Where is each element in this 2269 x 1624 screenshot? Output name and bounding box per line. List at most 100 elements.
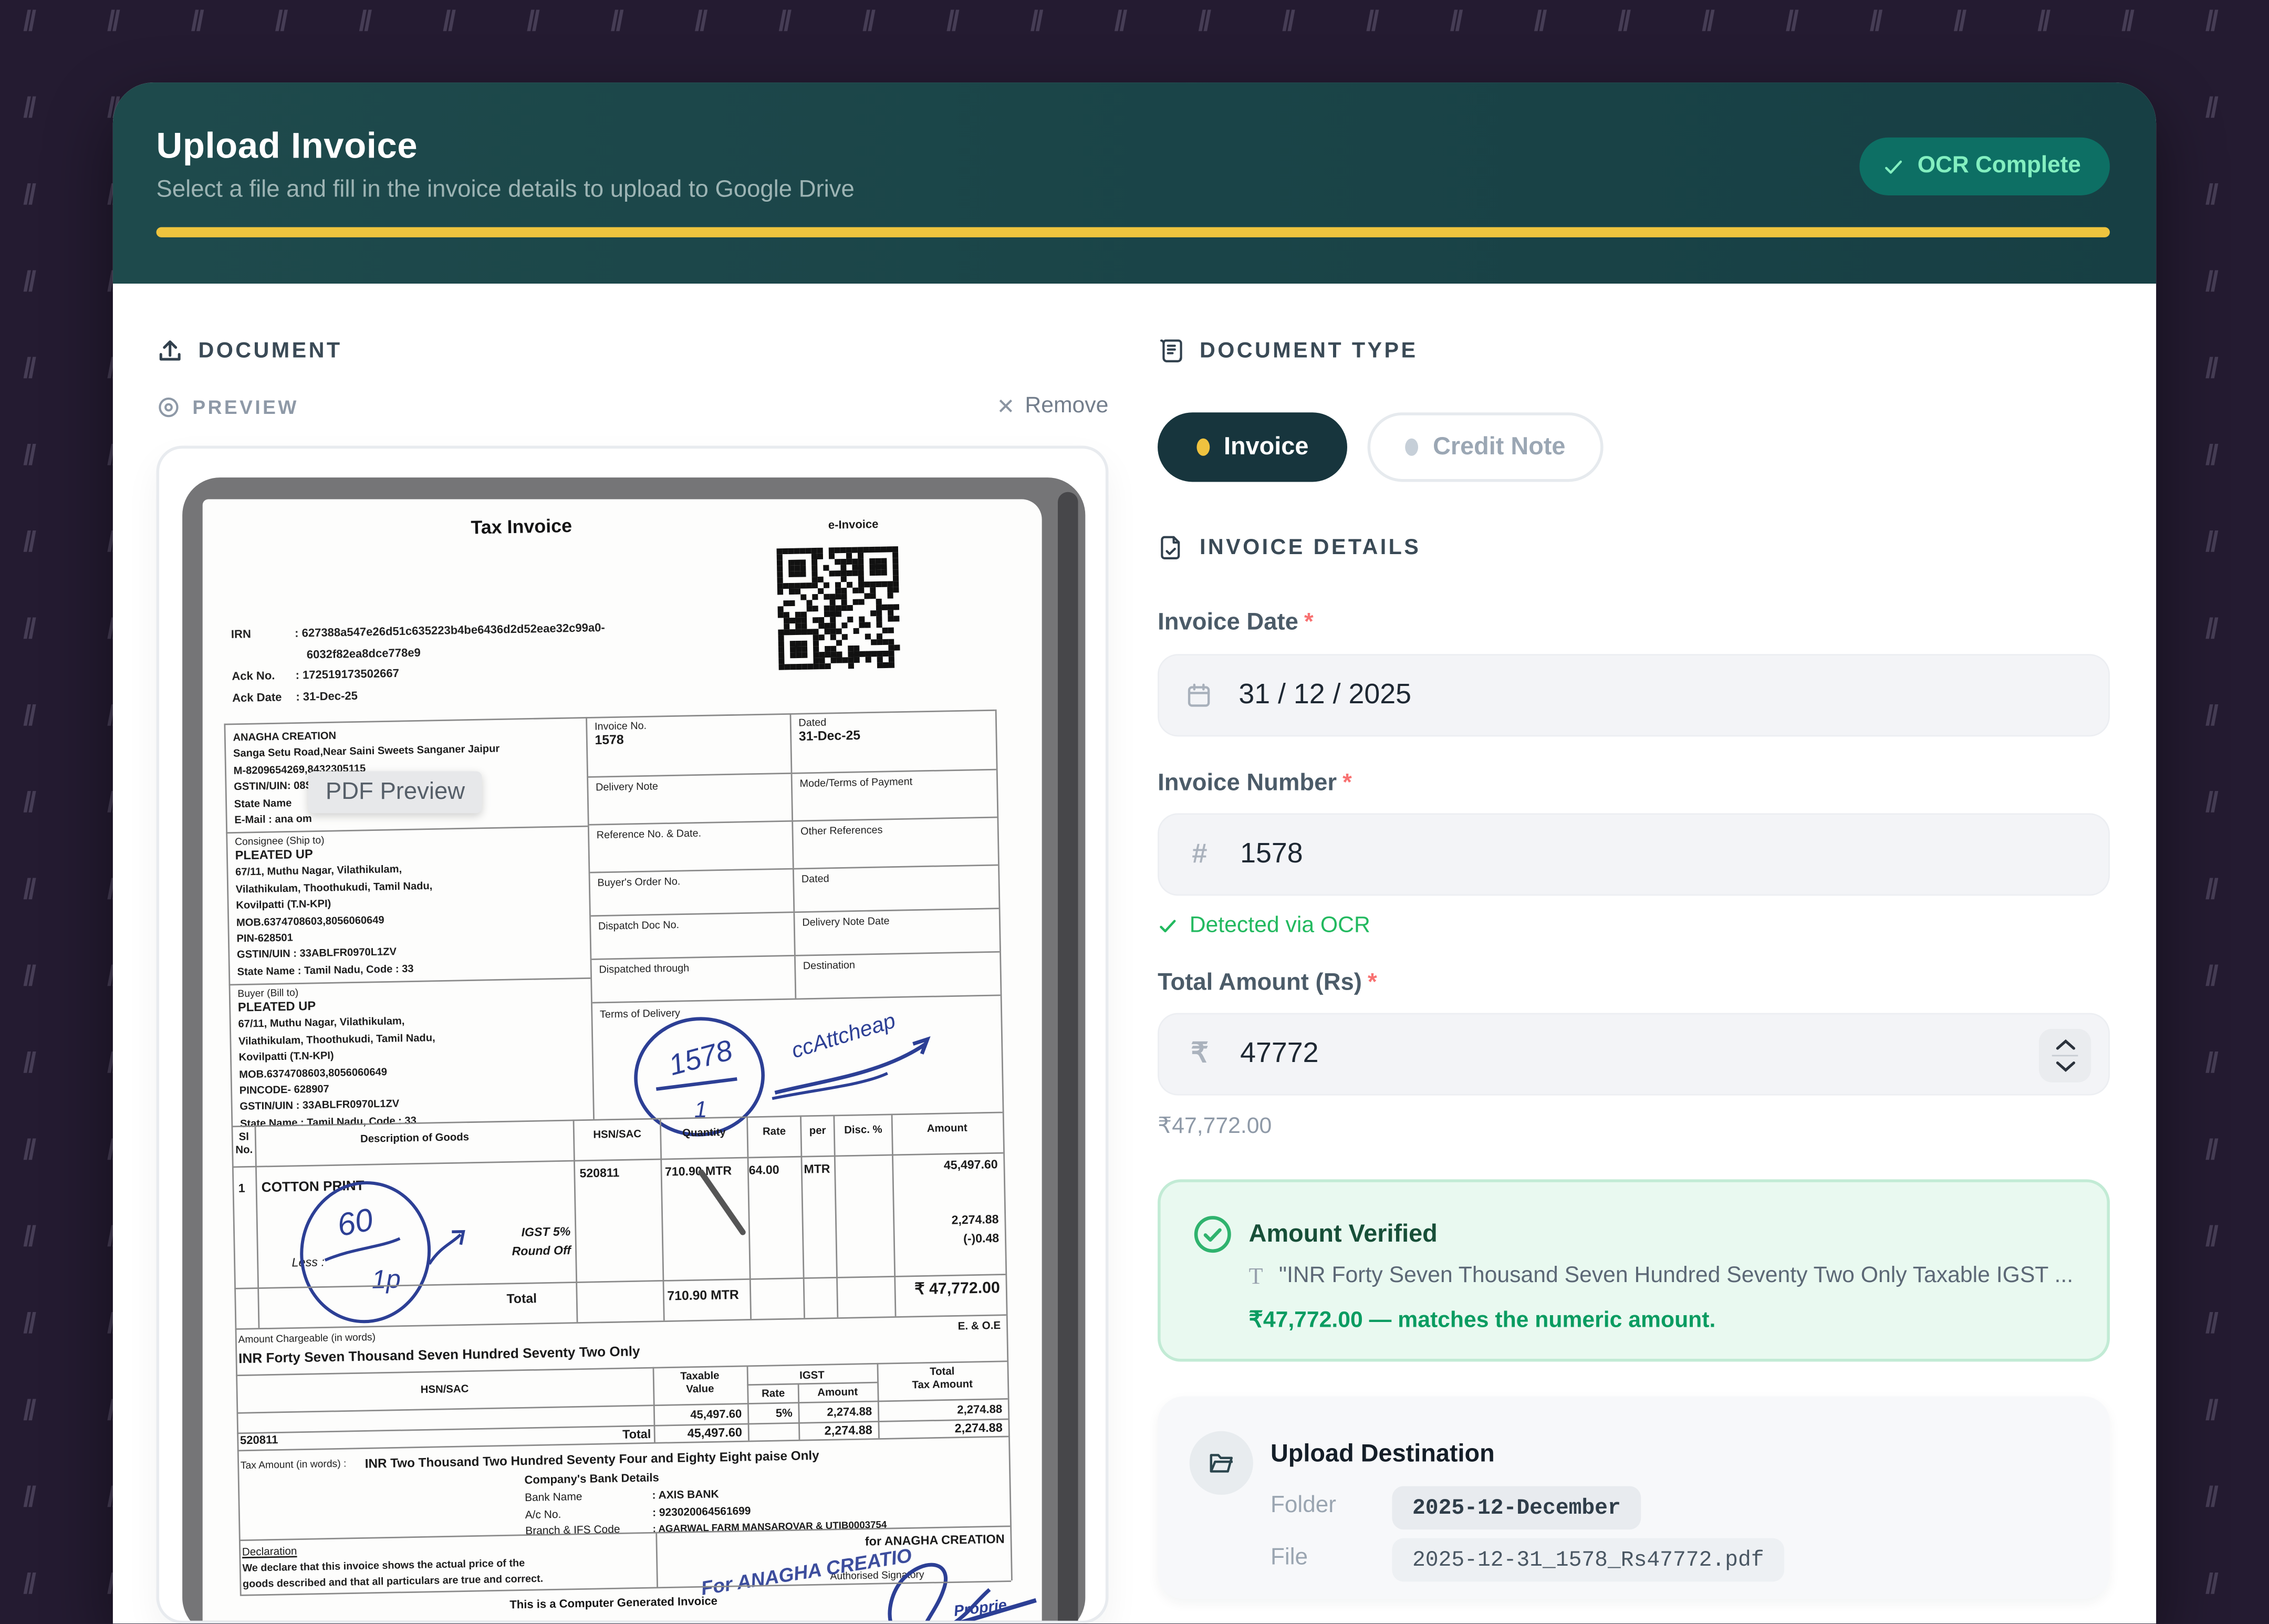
folder-icon-circle bbox=[1190, 1431, 1253, 1495]
preview-toolbar: PREVIEW ✕ Remove bbox=[157, 393, 1109, 420]
verified-match-line: ₹47,772.00 — matches the numeric amount. bbox=[1249, 1307, 1716, 1334]
remove-button[interactable]: ✕ Remove bbox=[996, 393, 1108, 420]
text-icon: T bbox=[1249, 1263, 1263, 1290]
invoice-number-label: Invoice Number* bbox=[1158, 770, 1352, 797]
calendar-icon bbox=[1185, 682, 1212, 709]
remove-label: Remove bbox=[1025, 393, 1108, 420]
irn-value-1: 627388a547e26d51c635223b4be6436d2d52eae3… bbox=[301, 621, 605, 640]
folder-label: Folder bbox=[1271, 1493, 1336, 1519]
file-label: File bbox=[1271, 1545, 1308, 1571]
invoice-date-value: 31 / 12 / 2025 bbox=[1238, 679, 1411, 712]
check-icon bbox=[1883, 155, 1904, 177]
invoice-meta-row: Dispatched throughDestination bbox=[591, 953, 1000, 1004]
invoice-option-label: Invoice bbox=[1224, 433, 1308, 462]
svg-text:60: 60 bbox=[334, 1201, 376, 1243]
tax-amount-in-words: INR Two Thousand Two Hundred Seventy Fou… bbox=[365, 1448, 819, 1471]
invoice-meta-row: Invoice No.1578Dated31-Dec-25 bbox=[587, 710, 996, 778]
total-amount-value: 47772 bbox=[1240, 1037, 1318, 1070]
upload-icon bbox=[157, 337, 184, 365]
scan-frame-edge bbox=[1058, 492, 1078, 1623]
ocr-badge-label: OCR Complete bbox=[1918, 153, 2081, 180]
check-circle-icon bbox=[1192, 1214, 1233, 1255]
dialog-header: Upload Invoice Select a file and fill in… bbox=[113, 82, 2156, 284]
close-icon: ✕ bbox=[996, 393, 1015, 420]
document-type-header: DOCUMENT TYPE bbox=[1158, 337, 1418, 365]
svg-text:1578: 1578 bbox=[665, 1033, 736, 1081]
irn-block: IRN: 627388a547e26d51c635223b4be6436d2d5… bbox=[231, 618, 607, 709]
progress-bar bbox=[157, 227, 2110, 237]
verified-title: Amount Verified bbox=[1249, 1220, 1438, 1249]
qr-code bbox=[777, 546, 901, 670]
type-option-invoice[interactable]: Invoice bbox=[1158, 412, 1347, 482]
amount-stepper[interactable] bbox=[2039, 1029, 2091, 1082]
document-section-label: DOCUMENT bbox=[198, 339, 342, 363]
invoice-meta-row: Delivery NoteMode/Terms of Payment bbox=[588, 771, 997, 826]
verified-quote: T "INR Forty Seven Thousand Seven Hundre… bbox=[1249, 1263, 2085, 1290]
invoice-date-label: Invoice Date* bbox=[1158, 609, 1314, 637]
document-section-header: DOCUMENT bbox=[157, 337, 342, 365]
invoice-meta-row: Reference No. & Date.Other References bbox=[589, 818, 998, 873]
total-amount-label: Total Amount (Rs)* bbox=[1158, 970, 1377, 997]
invoice-meta-row: Dispatch Doc No.Delivery Note Date bbox=[591, 909, 1000, 960]
active-dot bbox=[1196, 439, 1210, 456]
chevron-up-icon bbox=[2054, 1038, 2076, 1053]
ocr-complete-badge: OCR Complete bbox=[1860, 138, 2110, 195]
preview-label: PREVIEW bbox=[192, 396, 298, 418]
file-check-icon bbox=[1158, 534, 1185, 561]
signature-scribble bbox=[859, 1545, 1042, 1623]
type-option-credit-note[interactable]: Credit Note bbox=[1368, 412, 1604, 482]
amount-helper: ₹47,772.00 bbox=[1158, 1113, 1272, 1140]
scroll-icon bbox=[1158, 337, 1185, 365]
credit-option-label: Credit Note bbox=[1433, 433, 1565, 462]
hash-icon: # bbox=[1185, 839, 1214, 871]
rupee-icon: ₹ bbox=[1185, 1037, 1214, 1070]
invoice-details-label: INVOICE DETAILS bbox=[1200, 535, 1421, 560]
folder-icon bbox=[1207, 1449, 1236, 1477]
invoice-number-field[interactable]: # 1578 bbox=[1158, 813, 2110, 896]
invoice-grand-total: ₹ 47,772.00 bbox=[876, 1278, 1001, 1299]
upload-invoice-dialog: Upload Invoice Select a file and fill in… bbox=[113, 82, 2156, 1623]
svg-text:ccAttcheap: ccAttcheap bbox=[788, 1008, 898, 1063]
amount-verified-panel: Amount Verified T "INR Forty Seven Thous… bbox=[1158, 1179, 2110, 1361]
page-title: Upload Invoice bbox=[157, 126, 418, 168]
einvoice-label: e-Invoice bbox=[828, 518, 879, 532]
amount-in-words: INR Forty Seven Thousand Seven Hundred S… bbox=[238, 1344, 640, 1367]
invoice-title: Tax Invoice bbox=[203, 509, 840, 543]
declaration-text: We declare that this invoice shows the a… bbox=[242, 1554, 543, 1591]
ocr-detected-note: Detected via OCR bbox=[1158, 913, 1370, 939]
stepper-divider bbox=[2052, 1055, 2078, 1057]
invoice-number-value: 1578 bbox=[1240, 838, 1303, 871]
inactive-dot bbox=[1406, 439, 1419, 456]
upload-destination-card: Upload Destination Folder 2025-12-Decemb… bbox=[1158, 1397, 2110, 1599]
required-asterisk: * bbox=[1368, 970, 1377, 996]
scan-frame: Tax Invoice e-Invoice IRN: 627388a547e26… bbox=[182, 477, 1085, 1623]
ack-no: : 172519173502667 bbox=[295, 667, 399, 682]
check-icon bbox=[1158, 916, 1178, 936]
invoice-meta-row: Buyer's Order No.Dated bbox=[590, 866, 998, 917]
invoice-details-header: INVOICE DETAILS bbox=[1158, 534, 1421, 561]
destination-title: Upload Destination bbox=[1271, 1440, 1495, 1469]
pdf-preview-area[interactable]: Tax Invoice e-Invoice IRN: 627388a547e26… bbox=[157, 446, 1109, 1624]
file-chip: 2025-12-31_1578_Rs47772.pdf bbox=[1392, 1538, 1784, 1582]
folder-chip: 2025-12-December bbox=[1392, 1486, 1641, 1529]
required-asterisk: * bbox=[1304, 609, 1314, 636]
handwriting-less-circle: 60 1p bbox=[295, 1170, 485, 1327]
invoice-scan: Tax Invoice e-Invoice IRN: 627388a547e26… bbox=[203, 499, 1042, 1624]
svg-text:1p: 1p bbox=[371, 1264, 401, 1294]
pdf-preview-tooltip: PDF Preview bbox=[308, 771, 482, 813]
invoice-date-field[interactable]: 31 / 12 / 2025 bbox=[1158, 654, 2110, 736]
page-subtitle: Select a file and fill in the invoice de… bbox=[157, 176, 855, 204]
chevron-down-icon bbox=[2054, 1059, 2076, 1074]
pen-mark bbox=[692, 1165, 752, 1239]
required-asterisk: * bbox=[1342, 770, 1352, 796]
document-type-label: DOCUMENT TYPE bbox=[1200, 339, 1418, 363]
buyer-block: Buyer (Bill to) PLEATED UP 67/11, Muthu … bbox=[230, 979, 591, 1125]
eye-icon bbox=[157, 394, 181, 419]
preview-label-group: PREVIEW bbox=[157, 394, 299, 419]
invoice-meta-grid: Invoice No.1578Dated31-Dec-25Delivery No… bbox=[203, 499, 1042, 507]
total-amount-field[interactable]: ₹ 47772 bbox=[1158, 1013, 2110, 1096]
consignee-block: Consignee (Ship to) PLEATED UP 67/11, Mu… bbox=[227, 827, 589, 984]
invoice-page: Tax Invoice e-Invoice IRN: 627388a547e26… bbox=[203, 499, 1042, 1624]
screen: ////////////////////////////////////////… bbox=[0, 0, 2269, 1623]
ack-date: : 31-Dec-25 bbox=[296, 689, 358, 703]
